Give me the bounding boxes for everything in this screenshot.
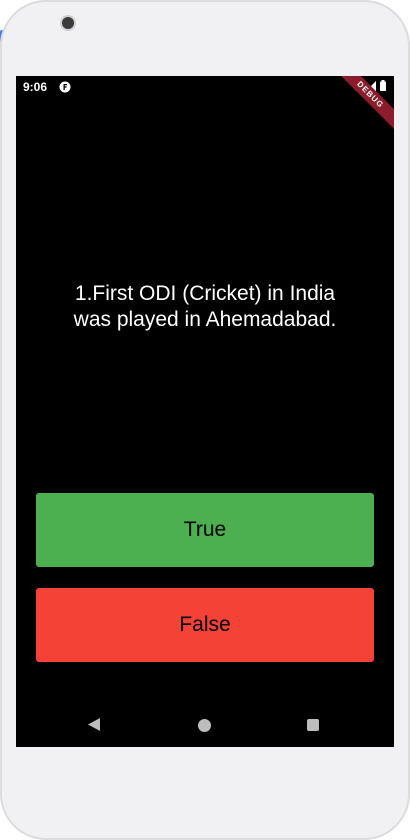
question-text: 1.First ODI (Cricket) in India was playe… bbox=[73, 282, 337, 331]
battery-icon bbox=[380, 80, 386, 94]
front-camera bbox=[62, 17, 74, 29]
phone-frame: 9:06 DEBUG 1.First ODI (Cricket) in Indi… bbox=[0, 0, 410, 840]
back-icon[interactable] bbox=[87, 717, 101, 737]
navigation-bar bbox=[16, 703, 394, 747]
status-time: 9:06 bbox=[23, 80, 48, 94]
recents-icon[interactable] bbox=[307, 719, 319, 731]
false-button[interactable]: False bbox=[36, 588, 374, 662]
home-icon[interactable] bbox=[198, 719, 211, 732]
app-screen: 9:06 DEBUG 1.First ODI (Cricket) in Indi… bbox=[16, 76, 394, 747]
status-bar: 9:06 DEBUG bbox=[16, 76, 394, 136]
true-button-label: True bbox=[183, 518, 227, 541]
true-button[interactable]: True bbox=[36, 493, 374, 567]
flutter-f-icon bbox=[59, 81, 71, 93]
false-button-label: False bbox=[179, 613, 231, 636]
